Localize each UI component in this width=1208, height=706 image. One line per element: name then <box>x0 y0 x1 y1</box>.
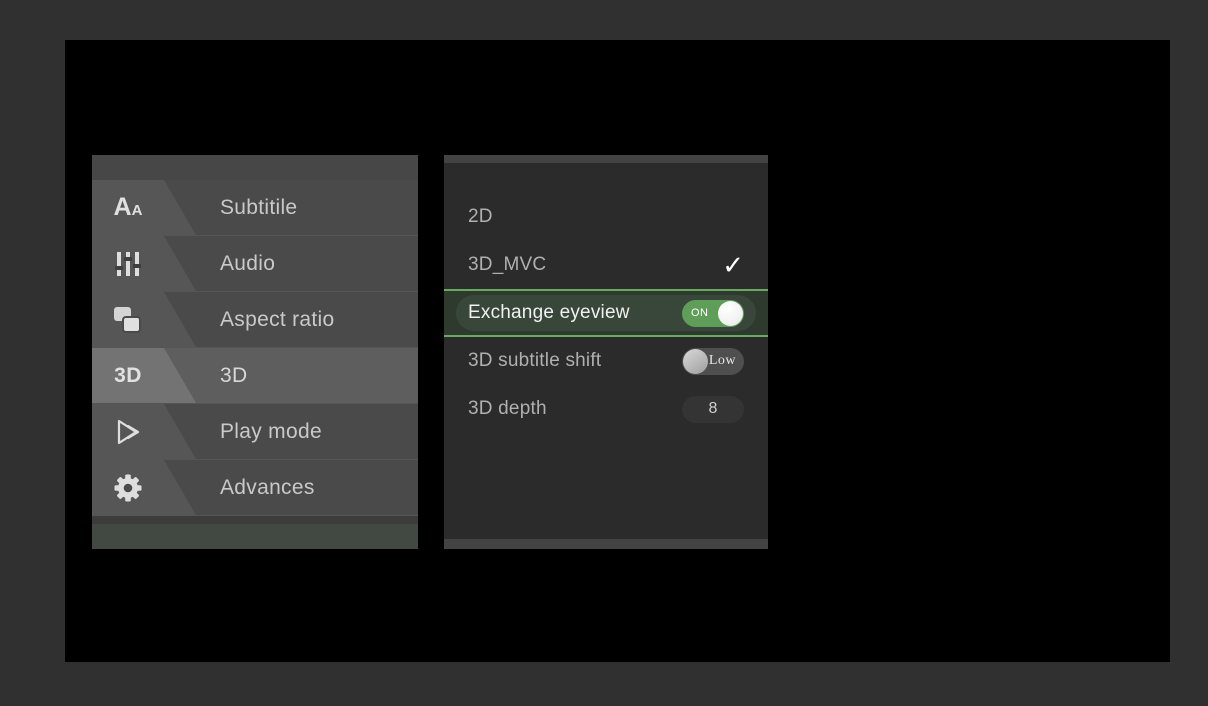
3d-depth-value[interactable]: 8 <box>682 395 744 423</box>
option-label: 3D depth <box>468 398 547 419</box>
play-icon <box>92 418 164 446</box>
gear-icon <box>92 474 164 502</box>
option-label: 3D_MVC <box>468 254 547 275</box>
option-label: Exchange eyeview <box>468 302 630 323</box>
option-control: 8 <box>682 395 744 423</box>
toggle-knob <box>683 348 708 374</box>
panel-header-strip <box>444 155 768 163</box>
sidebar-header-strip <box>92 155 418 180</box>
3d-icon-label: 3D <box>114 363 142 387</box>
sidebar-item-aspect-ratio[interactable]: Aspect ratio <box>92 292 418 348</box>
settings-sidebar: AA Subtitile Audio Aspect ratio 3D 3D Pl… <box>92 155 418 549</box>
option-label: 3D subtitle shift <box>468 350 602 371</box>
sidebar-item-label: Play mode <box>220 419 322 443</box>
sidebar-item-subtitle[interactable]: AA Subtitile <box>92 180 418 236</box>
sidebar-item-label: Aspect ratio <box>220 307 335 331</box>
equalizer-icon <box>92 251 164 277</box>
panel-footer-strip <box>444 539 768 549</box>
option-label: 2D <box>468 206 493 227</box>
3d-subtitle-shift-toggle[interactable]: Low <box>682 347 744 375</box>
text-size-icon: AA <box>113 193 143 221</box>
sidebar-item-play-mode[interactable]: Play mode <box>92 404 418 460</box>
option-control: Low <box>682 347 744 375</box>
sidebar-item-label: 3D <box>220 363 248 387</box>
panel-option-list: 2D 3D_MVC ✓ Exchange eyeview ON 3D subti… <box>444 163 768 433</box>
toggle-knob <box>718 300 743 326</box>
option-row-3d-depth[interactable]: 3D depth 8 <box>444 385 768 433</box>
option-row-3d-mvc[interactable]: 3D_MVC ✓ <box>444 241 768 289</box>
sidebar-item-3d[interactable]: 3D 3D <box>92 348 418 404</box>
sidebar-item-audio[interactable]: Audio <box>92 236 418 292</box>
sidebar-item-advances[interactable]: Advances <box>92 460 418 516</box>
3d-options-panel: 2D 3D_MVC ✓ Exchange eyeview ON 3D subti… <box>444 155 768 549</box>
option-control: ON <box>682 299 744 327</box>
desktop-background: AA Subtitile Audio Aspect ratio 3D 3D Pl… <box>0 0 1208 706</box>
sidebar-item-label: Subtitile <box>220 195 298 219</box>
option-row-exchange-eyeview[interactable]: Exchange eyeview ON <box>444 289 768 337</box>
option-control: ✓ <box>722 252 744 278</box>
sidebar-footer-strip <box>92 524 418 549</box>
tv-screen: AA Subtitile Audio Aspect ratio 3D 3D Pl… <box>65 40 1170 662</box>
check-icon: ✓ <box>722 250 744 280</box>
option-row-2d[interactable]: 2D <box>444 193 768 241</box>
sidebar-item-label: Audio <box>220 251 276 275</box>
sidebar-item-list: AA Subtitile Audio Aspect ratio 3D 3D Pl… <box>92 180 418 516</box>
3d-icon: 3D <box>92 364 164 388</box>
option-row-3d-subtitle-shift[interactable]: 3D subtitle shift Low <box>444 337 768 385</box>
toggle-state-label: ON <box>691 307 709 319</box>
layers-icon <box>92 306 164 334</box>
exchange-eyeview-toggle[interactable]: ON <box>682 299 744 327</box>
sidebar-item-label: Advances <box>220 475 315 499</box>
toggle-state-label: Low <box>708 353 736 368</box>
